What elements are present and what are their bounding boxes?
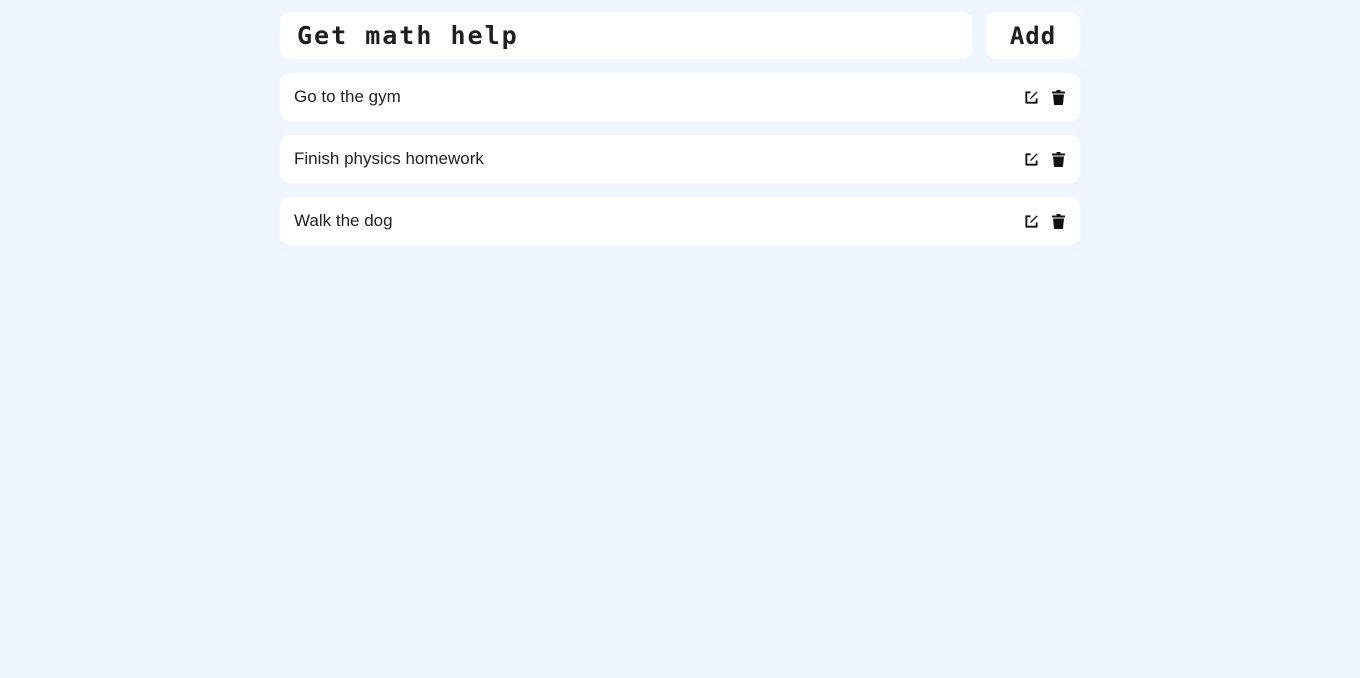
task-text: Walk the dog	[294, 211, 393, 230]
task-item: Finish physics homework	[280, 135, 1080, 183]
task-text: Finish physics homework	[294, 149, 484, 168]
task-item: Go to the gym	[280, 73, 1080, 121]
edit-icon[interactable]	[1023, 151, 1040, 168]
task-item: Walk the dog	[280, 197, 1080, 245]
task-text: Go to the gym	[294, 87, 401, 106]
task-actions	[1023, 213, 1067, 230]
trash-icon[interactable]	[1050, 89, 1067, 106]
trash-icon[interactable]	[1050, 213, 1067, 230]
edit-icon[interactable]	[1023, 89, 1040, 106]
task-actions	[1023, 151, 1067, 168]
trash-icon[interactable]	[1050, 151, 1067, 168]
add-task-form: Add	[280, 12, 1080, 59]
add-button[interactable]: Add	[986, 12, 1080, 59]
task-list: Go to the gym Finish physics homework Wa…	[280, 73, 1080, 245]
todo-app: Add Go to the gym Finish physics homewor…	[280, 12, 1080, 259]
task-input[interactable]	[280, 12, 972, 59]
edit-icon[interactable]	[1023, 213, 1040, 230]
task-actions	[1023, 89, 1067, 106]
